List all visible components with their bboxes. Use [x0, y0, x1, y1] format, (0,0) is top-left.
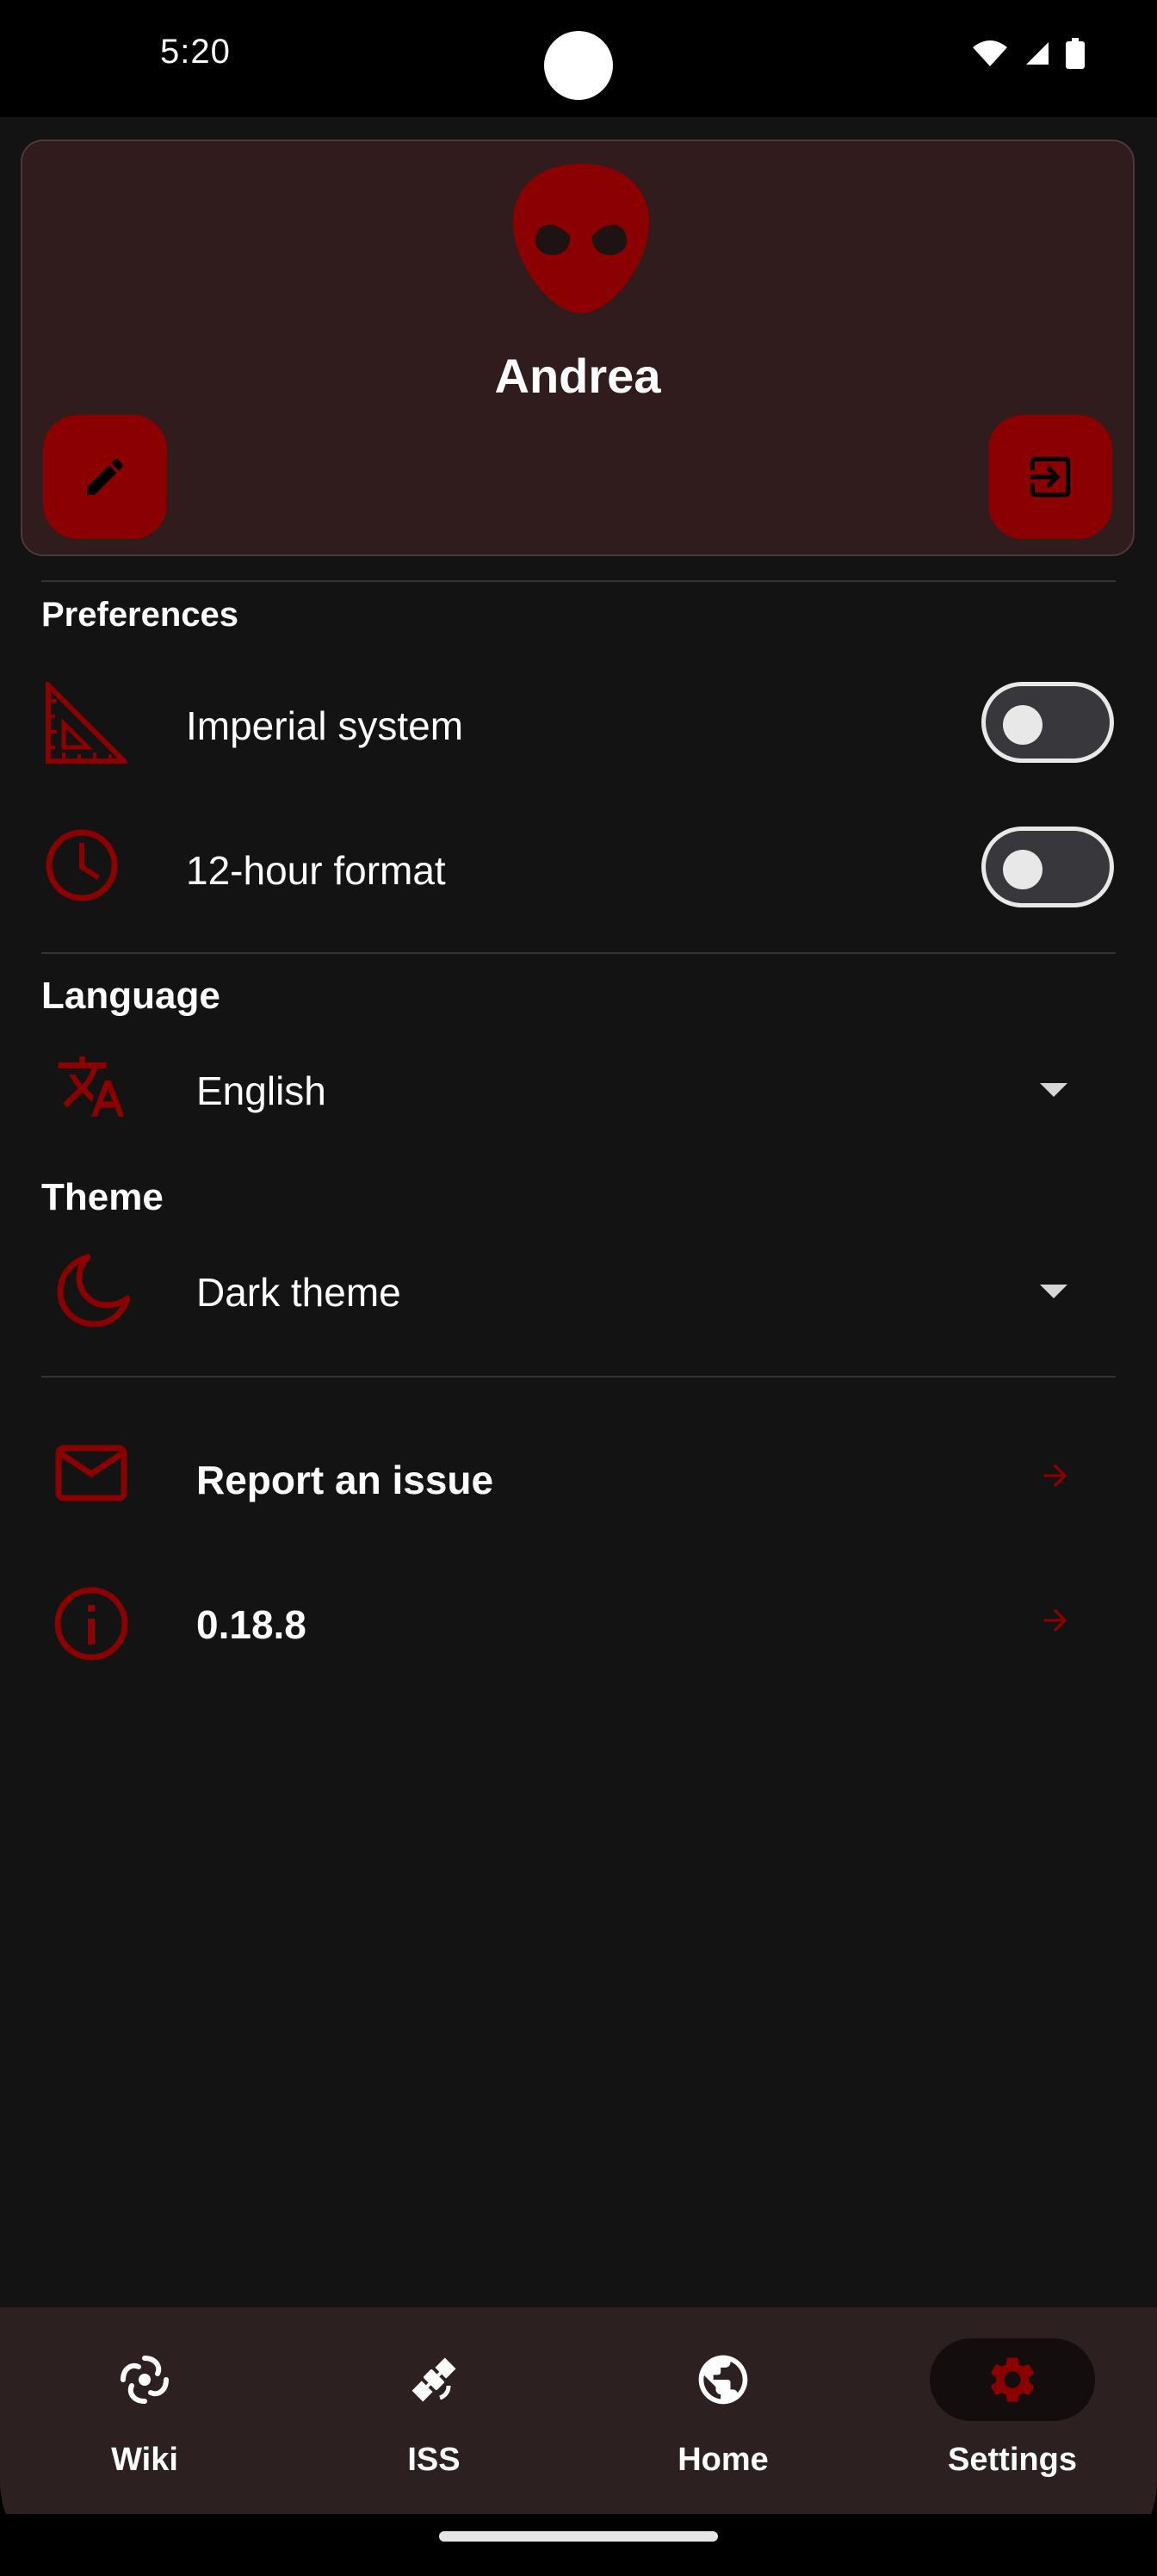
divider: [41, 580, 1116, 582]
cellular-icon: [1026, 42, 1049, 65]
language-title: Language: [41, 975, 220, 1017]
12-hour-format-label: 12-hour format: [186, 848, 446, 893]
dropdown-arrow-icon: [1040, 1285, 1067, 1298]
bottom-navigation: Wiki ISS Home Settings: [0, 2307, 1157, 2514]
phone-screen: 5:20 Andrea Preferences Imperial system …: [0, 0, 1157, 2576]
logout-icon: [1030, 456, 1071, 498]
logout-button[interactable]: [988, 415, 1112, 539]
status-icons: [971, 38, 1085, 69]
divider: [41, 952, 1116, 954]
nav-label-iss: ISS: [407, 2442, 461, 2478]
info-icon: [54, 1587, 128, 1661]
imperial-system-label: Imperial system: [186, 703, 464, 748]
nav-icon-container: [640, 2338, 806, 2421]
theme-selected: Dark theme: [196, 1270, 401, 1315]
globe-icon: [698, 2355, 748, 2405]
switch-knob: [1003, 705, 1043, 745]
report-issue-label: Report an issue: [196, 1458, 494, 1502]
arrow-right-icon: [1043, 1464, 1067, 1488]
gear-icon: [991, 2357, 1034, 2402]
moon-icon: [57, 1254, 131, 1328]
camera-cutout: [544, 31, 613, 100]
set-square-icon: [45, 682, 127, 765]
galaxy-icon: [121, 2356, 169, 2404]
pencil-icon: [87, 458, 124, 495]
nav-icon-container-active: [930, 2338, 1095, 2421]
status-time: 5:20: [160, 33, 231, 71]
report-issue-row[interactable]: Report an issue: [41, 1424, 1116, 1536]
edit-profile-button[interactable]: [43, 415, 167, 539]
language-selected: English: [196, 1068, 326, 1113]
version-label: 0.18.8: [196, 1602, 306, 1647]
gesture-handle[interactable]: [439, 2531, 718, 2542]
nav-item-settings[interactable]: Settings: [868, 2307, 1157, 2514]
nav-icon-container: [351, 2338, 517, 2421]
settings-screen: Andrea Preferences Imperial system 12-ho…: [0, 117, 1157, 2307]
theme-dropdown[interactable]: Dark theme: [41, 1238, 1116, 1341]
nav-item-wiki[interactable]: Wiki: [0, 2307, 289, 2514]
theme-title: Theme: [41, 1176, 164, 1218]
arrow-right-icon: [1043, 1608, 1067, 1632]
translate-icon: [58, 1056, 125, 1117]
12-hour-format-switch[interactable]: [981, 827, 1114, 907]
clock-icon: [45, 828, 119, 902]
preferences-title: Preferences: [41, 596, 239, 634]
profile-name: Andrea: [494, 349, 661, 403]
divider: [41, 1376, 1116, 1378]
satellite-icon: [411, 2357, 456, 2402]
nav-item-home[interactable]: Home: [578, 2307, 868, 2514]
gesture-navigation-area: [0, 2514, 1157, 2576]
language-dropdown[interactable]: English: [41, 1038, 1116, 1142]
switch-knob: [1003, 850, 1043, 889]
wifi-icon: [973, 40, 1007, 66]
version-row[interactable]: 0.18.8: [41, 1569, 1116, 1681]
profile-card: Andrea: [21, 139, 1135, 556]
mail-icon: [55, 1445, 127, 1502]
nav-icon-container: [62, 2338, 227, 2421]
status-bar: 5:20: [0, 0, 1157, 117]
nav-item-iss[interactable]: ISS: [289, 2307, 578, 2514]
nav-label-home: Home: [677, 2442, 769, 2478]
dropdown-arrow-icon: [1040, 1083, 1067, 1097]
nav-label-wiki: Wiki: [111, 2442, 178, 2478]
imperial-system-switch[interactable]: [981, 682, 1114, 763]
battery-icon: [1066, 38, 1085, 69]
nav-label-settings: Settings: [948, 2442, 1077, 2478]
alien-icon: [513, 164, 649, 313]
